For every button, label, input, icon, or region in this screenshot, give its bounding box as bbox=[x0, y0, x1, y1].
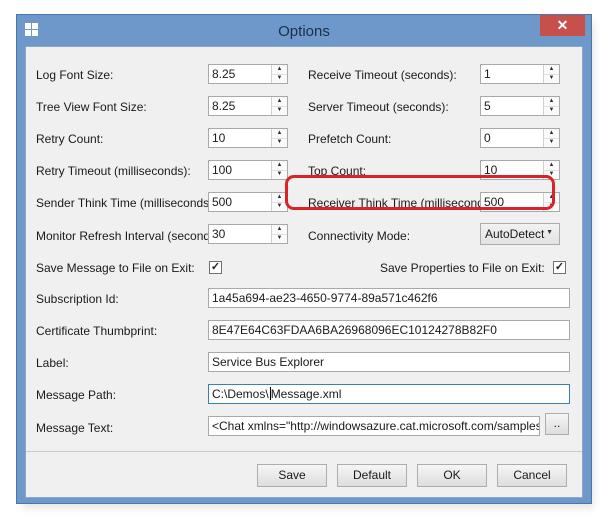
default-button[interactable]: Default bbox=[337, 464, 407, 487]
save-message-checkbox[interactable]: ✓ bbox=[209, 261, 222, 274]
message-path-input[interactable]: C:\Demos\ Message.xml bbox=[208, 384, 570, 404]
subscription-id-label: Subscription Id: bbox=[36, 292, 119, 306]
tree-view-font-size-label: Tree View Font Size: bbox=[36, 100, 147, 114]
prefetch-count-label: Prefetch Count: bbox=[308, 132, 392, 146]
monitor-refresh-interval-input[interactable]: 30 ▲ ▼ bbox=[208, 224, 288, 244]
red-highlight-outline bbox=[285, 175, 555, 210]
receive-timeout-label: Receive Timeout (seconds): bbox=[308, 68, 457, 82]
connectivity-mode-label: Connectivity Mode: bbox=[308, 229, 411, 243]
sender-think-time-label: Sender Think Time (milliseconds): bbox=[36, 196, 217, 210]
save-properties-label: Save Properties to File on Exit: bbox=[380, 261, 545, 275]
title-bar[interactable]: Options ✕ bbox=[17, 15, 591, 47]
browse-message-button[interactable]: .. bbox=[545, 413, 569, 435]
certificate-thumbprint-input[interactable]: 8E47E64C63FDAA6BA26968096EC10124278B82F0 bbox=[208, 320, 570, 340]
retry-timeout-label: Retry Timeout (milliseconds): bbox=[36, 164, 191, 178]
retry-timeout-spinner[interactable]: ▲ ▼ bbox=[271, 161, 287, 179]
spin-down-icon[interactable]: ▼ bbox=[272, 138, 287, 147]
tree-view-font-size-spinner[interactable]: ▲ ▼ bbox=[271, 97, 287, 115]
connectivity-mode-select[interactable]: AutoDetect ▼ bbox=[480, 223, 560, 245]
ok-button[interactable]: OK bbox=[417, 464, 487, 487]
close-button[interactable]: ✕ bbox=[540, 15, 585, 36]
spin-down-icon[interactable]: ▼ bbox=[272, 106, 287, 115]
spin-down-icon[interactable]: ▼ bbox=[272, 234, 287, 243]
retry-count-label: Retry Count: bbox=[36, 132, 104, 146]
save-properties-checkbox[interactable]: ✓ bbox=[553, 261, 566, 274]
spin-down-icon[interactable]: ▼ bbox=[272, 170, 287, 179]
retry-timeout-input[interactable]: 100 ▲ ▼ bbox=[208, 160, 288, 180]
cancel-button[interactable]: Cancel bbox=[497, 464, 567, 487]
log-font-size-label: Log Font Size: bbox=[36, 68, 114, 82]
chevron-down-icon: ▼ bbox=[546, 229, 553, 236]
prefetch-count-spinner[interactable]: ▲ ▼ bbox=[543, 129, 559, 147]
spin-down-icon[interactable]: ▼ bbox=[544, 74, 559, 83]
label-field-label: Label: bbox=[36, 356, 69, 370]
message-text-label: Message Text: bbox=[36, 421, 114, 435]
tree-view-font-size-input[interactable]: 8.25 ▲ ▼ bbox=[208, 96, 288, 116]
certificate-thumbprint-label: Certificate Thumbprint: bbox=[36, 324, 158, 338]
checkmark-icon: ✓ bbox=[554, 261, 565, 273]
window-title: Options bbox=[278, 23, 330, 40]
close-icon: ✕ bbox=[556, 17, 569, 33]
checkmark-icon: ✓ bbox=[210, 261, 221, 273]
log-font-size-spinner[interactable]: ▲ ▼ bbox=[271, 65, 287, 83]
message-path-label: Message Path: bbox=[36, 388, 117, 402]
prefetch-count-input[interactable]: 0 ▲ ▼ bbox=[480, 128, 560, 148]
retry-count-input[interactable]: 10 ▲ ▼ bbox=[208, 128, 288, 148]
monitor-refresh-interval-label: Monitor Refresh Interval (seconds): bbox=[36, 229, 224, 243]
label-input[interactable]: Service Bus Explorer bbox=[208, 352, 570, 372]
save-message-label: Save Message to File on Exit: bbox=[36, 261, 195, 275]
server-timeout-input[interactable]: 5 ▲ ▼ bbox=[480, 96, 560, 116]
spin-down-icon[interactable]: ▼ bbox=[544, 138, 559, 147]
message-text-input[interactable]: <Chat xmlns="http://windowsazure.cat.mic… bbox=[208, 416, 540, 436]
receive-timeout-spinner[interactable]: ▲ ▼ bbox=[543, 65, 559, 83]
server-timeout-label: Server Timeout (seconds): bbox=[308, 100, 449, 114]
sender-think-time-input[interactable]: 500 ▲ ▼ bbox=[208, 192, 288, 212]
receive-timeout-input[interactable]: 1 ▲ ▼ bbox=[480, 64, 560, 84]
server-timeout-spinner[interactable]: ▲ ▼ bbox=[543, 97, 559, 115]
log-font-size-input[interactable]: 8.25 ▲ ▼ bbox=[208, 64, 288, 84]
spin-down-icon[interactable]: ▼ bbox=[544, 106, 559, 115]
retry-count-spinner[interactable]: ▲ ▼ bbox=[271, 129, 287, 147]
spin-down-icon[interactable]: ▼ bbox=[272, 74, 287, 83]
save-button[interactable]: Save bbox=[257, 464, 327, 487]
monitor-refresh-interval-spinner[interactable]: ▲ ▼ bbox=[271, 225, 287, 243]
subscription-id-input[interactable]: 1a45a694-ae23-4650-9774-89a571c462f6 bbox=[208, 288, 570, 308]
